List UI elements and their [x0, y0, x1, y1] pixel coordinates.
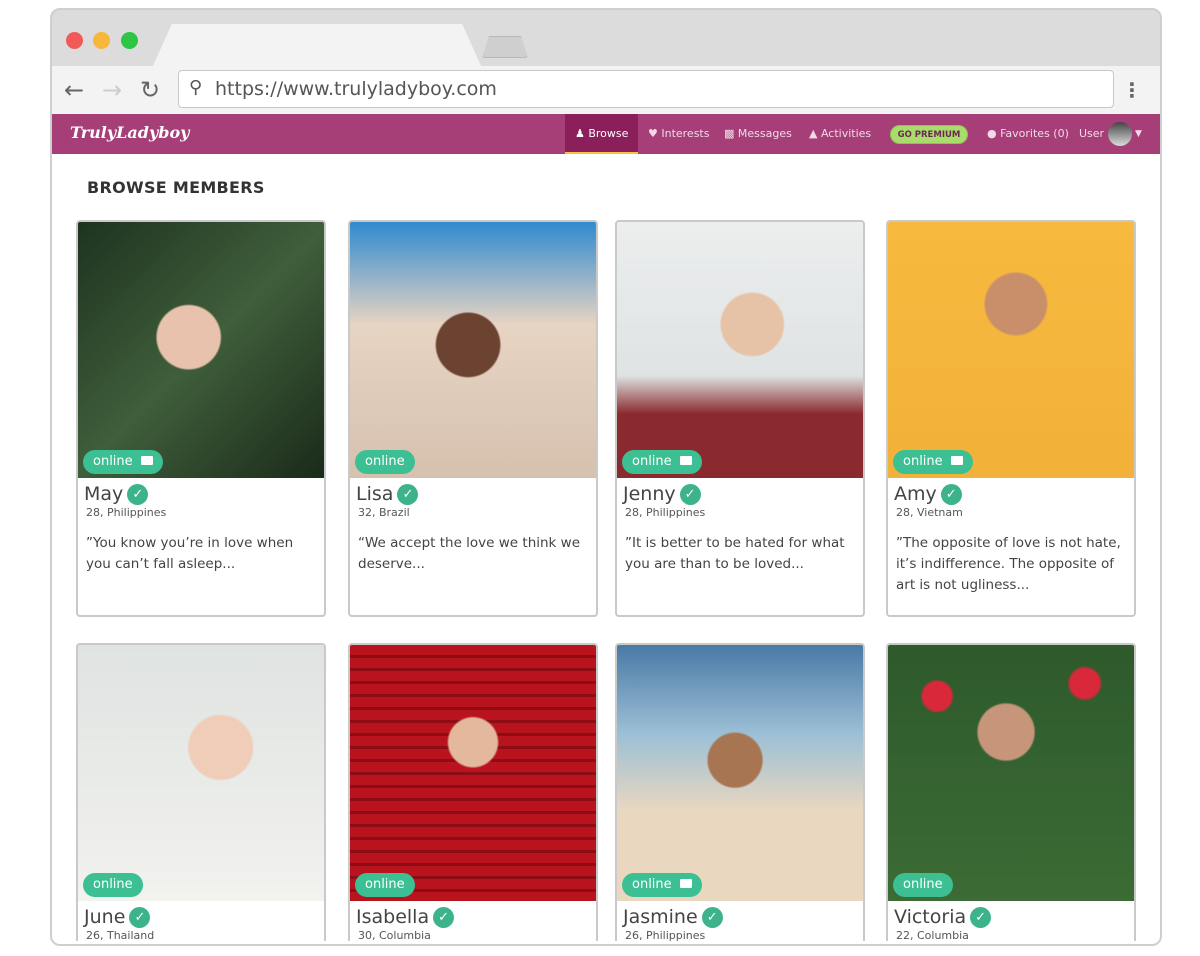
member-name[interactable]: June ✓ — [84, 906, 151, 928]
menu-icon[interactable]: ⋮ — [1122, 78, 1142, 102]
verified-check-icon: ✓ — [701, 907, 723, 928]
member-age-location: 28, Philippines — [625, 506, 706, 519]
member-card[interactable]: online Amy ✓ 28, Vietnam ”The opposite of… — [886, 220, 1136, 617]
avatar[interactable] — [1108, 122, 1132, 146]
online-badge: online — [622, 450, 702, 474]
site-logo[interactable]: TrulyLadyboy — [70, 123, 189, 142]
nav-messages[interactable]: ▩ Messages — [724, 114, 792, 154]
verified-check-icon: ✓ — [940, 484, 962, 505]
member-card[interactable]: online Isabella ✓ 30, Columbia — [348, 643, 598, 941]
member-photo[interactable] — [78, 222, 324, 478]
nav-favorites[interactable]: ● Favorites (0) — [987, 114, 1069, 154]
online-badge: online — [893, 873, 953, 897]
nav-interests[interactable]: ♥ Interests — [648, 114, 709, 154]
browser-window: ← → ↻ ⚲ https://www.trulyladyboy.com ⋮ T… — [50, 8, 1162, 946]
user-menu-label[interactable]: User — [1079, 114, 1104, 154]
browser-tab[interactable] — [152, 24, 482, 68]
member-name[interactable]: Amy ✓ — [894, 483, 962, 505]
member-name[interactable]: May ✓ — [84, 483, 149, 505]
member-name[interactable]: Jasmine ✓ — [623, 906, 723, 928]
member-quote: ”The opposite of love is not hate, it’s … — [896, 535, 1121, 593]
member-card[interactable]: online Victoria ✓ 22, Columbia — [886, 643, 1136, 941]
forward-icon[interactable]: → — [102, 76, 122, 104]
video-camera-icon[interactable] — [950, 456, 963, 465]
page-title: BROWSE MEMBERS — [87, 178, 265, 197]
member-card[interactable]: online June ✓ 26, Thailand — [76, 643, 326, 941]
member-photo[interactable] — [617, 645, 863, 901]
member-age-location: 28, Philippines — [86, 506, 167, 519]
chevron-down-icon[interactable]: ▼ — [1135, 114, 1142, 154]
verified-check-icon: ✓ — [679, 484, 701, 505]
go-premium-button[interactable]: GO PREMIUM — [890, 125, 968, 144]
member-card[interactable]: online Lisa ✓ 32, Brazil “We accept the l… — [348, 220, 598, 617]
main-content: BROWSE MEMBERS online May ✓ 28, Philippin… — [52, 154, 1160, 944]
member-name[interactable]: Victoria ✓ — [894, 906, 992, 928]
member-name[interactable]: Isabella ✓ — [356, 906, 455, 928]
online-badge: online — [355, 450, 415, 474]
url-text: https://www.trulyladyboy.com — [215, 78, 497, 100]
member-card[interactable]: online May ✓ 28, Philippines ”You know yo… — [76, 220, 326, 617]
new-tab-button[interactable] — [482, 36, 528, 58]
maximize-window-button[interactable] — [121, 32, 138, 49]
reload-icon[interactable]: ↻ — [140, 76, 160, 104]
video-camera-icon[interactable] — [679, 879, 692, 888]
address-bar[interactable]: ⚲ https://www.trulyladyboy.com — [178, 70, 1114, 108]
member-photo[interactable] — [888, 222, 1134, 478]
video-camera-icon[interactable] — [140, 456, 153, 465]
member-quote: “We accept the love we think we deserve.… — [358, 535, 581, 572]
member-age-location: 26, Philippines — [625, 929, 706, 941]
member-age-location: 22, Columbia — [896, 929, 969, 941]
close-window-button[interactable] — [66, 32, 83, 49]
member-age-location: 26, Thailand — [86, 929, 155, 941]
online-badge: online — [83, 873, 143, 897]
verified-check-icon: ✓ — [397, 484, 419, 505]
back-icon[interactable]: ← — [64, 76, 84, 104]
online-badge: online — [622, 873, 702, 897]
chat-icon: ▩ — [724, 127, 738, 140]
browser-toolbar: ← → ↻ ⚲ https://www.trulyladyboy.com ⋮ — [52, 66, 1160, 116]
member-photo[interactable] — [888, 645, 1134, 901]
member-photo[interactable] — [350, 645, 596, 901]
online-badge: online — [83, 450, 163, 474]
member-photo[interactable] — [350, 222, 596, 478]
heart-icon: ♥ — [648, 127, 662, 140]
member-card[interactable]: online Jenny ✓ 28, Philippines ”It is bet… — [615, 220, 865, 617]
member-card[interactable]: online Jasmine ✓ 26, Philippines — [615, 643, 865, 941]
member-photo[interactable] — [78, 645, 324, 901]
online-badge: online — [355, 873, 415, 897]
nav-browse[interactable]: ♟ Browse — [565, 114, 639, 154]
minimize-window-button[interactable] — [93, 32, 110, 49]
circle-icon: ● — [987, 127, 1001, 140]
video-camera-icon[interactable] — [679, 456, 692, 465]
verified-check-icon: ✓ — [970, 907, 992, 928]
page: ← → ↻ ⚲ https://www.trulyladyboy.com ⋮ T… — [0, 0, 1200, 956]
site-navbar: TrulyLadyboy ♟ Browse ♥ Interests ▩ Mess… — [52, 114, 1160, 154]
nav-activities[interactable]: ▲ Activities — [809, 114, 871, 154]
online-badge: online — [893, 450, 973, 474]
users-icon: ♟ — [575, 127, 589, 140]
bell-icon: ▲ — [809, 127, 821, 140]
member-quote: ”It is better to be hated for what you a… — [625, 535, 845, 572]
verified-check-icon: ✓ — [433, 907, 455, 928]
member-age-location: 28, Vietnam — [896, 506, 963, 519]
member-quote: ”You know you’re in love when you can’t … — [86, 535, 294, 572]
member-name[interactable]: Jenny ✓ — [623, 483, 701, 505]
member-age-location: 32, Brazil — [358, 506, 410, 519]
verified-check-icon: ✓ — [127, 484, 149, 505]
member-photo[interactable] — [617, 222, 863, 478]
search-icon: ⚲ — [189, 77, 203, 98]
verified-check-icon: ✓ — [129, 907, 151, 928]
member-name[interactable]: Lisa ✓ — [356, 483, 419, 505]
member-age-location: 30, Columbia — [358, 929, 431, 941]
